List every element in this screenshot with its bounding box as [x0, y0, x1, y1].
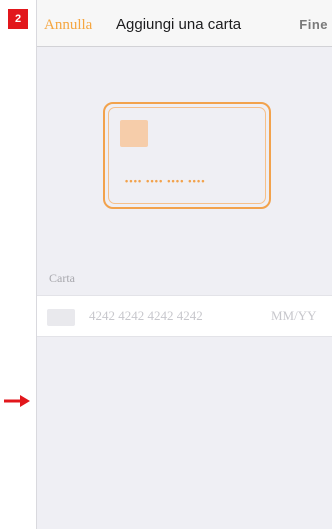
card-illustration-inner: •••• •••• •••• •••• [108, 107, 266, 204]
annotation-gutter: 2 [0, 0, 36, 529]
cancel-button[interactable]: Annulla [44, 17, 92, 34]
card-number-mask: •••• •••• •••• •••• [125, 176, 206, 186]
pointer-arrow-icon [4, 395, 30, 407]
step-number-badge: 2 [8, 9, 28, 29]
card-input-row [37, 295, 332, 337]
card-chip-icon [120, 120, 148, 147]
card-illustration: •••• •••• •••• •••• [103, 102, 271, 209]
add-card-screen: Annulla Aggiungi una carta Fine •••• •••… [36, 0, 332, 529]
page-title: Aggiungi una carta [116, 16, 242, 33]
card-number-field[interactable] [89, 304, 259, 328]
generic-card-icon [47, 309, 75, 326]
card-section-label: Carta [49, 271, 75, 285]
navigation-bar: Annulla Aggiungi una carta Fine [37, 0, 332, 47]
done-button[interactable]: Fine [299, 17, 328, 32]
expiry-date-field[interactable] [271, 304, 331, 328]
